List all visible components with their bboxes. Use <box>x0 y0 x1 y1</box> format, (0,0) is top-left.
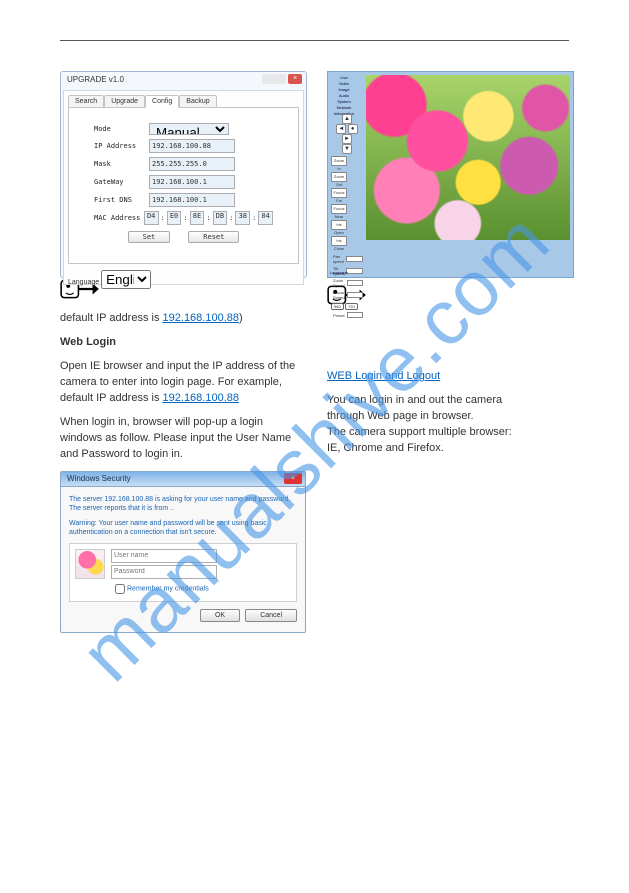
web-login-link[interactable]: WEB Login and Logout <box>327 370 440 382</box>
password-input[interactable] <box>111 565 217 579</box>
tab-upgrade[interactable]: Upgrade <box>104 95 145 108</box>
iris-close-button[interactable]: Iris Close <box>331 236 347 246</box>
username-input[interactable] <box>111 549 217 563</box>
mac-seg-5[interactable]: 04 <box>258 211 273 225</box>
mac-seg-2[interactable]: 8E <box>190 211 205 225</box>
dns-input[interactable]: 192.168.100.1 <box>149 193 235 207</box>
dns-label: First DNS <box>94 196 149 204</box>
credentials-box: Remember my credentials <box>69 543 297 602</box>
top-rule <box>60 40 569 41</box>
security-message-2: Warning: Your user name and password wil… <box>69 519 297 537</box>
language-label: Language <box>68 279 99 286</box>
ptz-right-icon[interactable]: ► <box>342 134 352 144</box>
preset-label: Preset <box>333 313 345 318</box>
security-title-bar: Windows Security × <box>61 472 305 487</box>
ip-input[interactable]: 192.168.100.88 <box>149 139 235 153</box>
mode-select[interactable]: Manual <box>149 123 229 135</box>
body-text-popup: When login in, browser will pop-up a log… <box>60 415 307 463</box>
mac-seg-3[interactable]: DB <box>213 211 228 225</box>
pan-speed-label: Pan speed <box>333 254 344 264</box>
cancel-button[interactable]: Cancel <box>245 609 297 622</box>
tilt-speed-slider[interactable] <box>346 268 363 274</box>
ip-link[interactable]: 192.168.100.88 <box>163 312 239 324</box>
camera-lang-label: Language <box>330 270 348 275</box>
focus-far-button[interactable]: Focus Far <box>331 188 347 198</box>
focus-near-button[interactable]: Focus Near <box>331 204 347 214</box>
focus-speed-label: Focus Speed <box>333 290 345 300</box>
res-960-button[interactable]: 960 <box>331 303 344 310</box>
ip-label: IP Address <box>94 142 149 150</box>
nav-video[interactable]: Video <box>330 81 358 86</box>
ptz-down-icon[interactable]: ▼ <box>342 144 352 154</box>
tab-backup[interactable]: Backup <box>179 95 216 108</box>
security-close-icon[interactable]: × <box>284 473 302 484</box>
window-title-bar: UPGRADE v1.0 × <box>61 72 306 88</box>
zoom-out-button[interactable]: Zoom Out <box>331 172 347 182</box>
nav-image[interactable]: Image <box>330 87 358 92</box>
gateway-label: GateWay <box>94 178 149 186</box>
camera-live-image <box>366 75 570 240</box>
mode-label: Mode <box>94 125 149 133</box>
nav-system[interactable]: System <box>330 99 358 104</box>
res-720-button[interactable]: 720 <box>345 303 358 310</box>
tab-config[interactable]: Config <box>145 95 179 108</box>
avatar <box>75 549 105 579</box>
minmax-buttons[interactable] <box>262 74 286 84</box>
zoom-in-button[interactable]: Zoom In <box>331 156 347 166</box>
zoom-speed-label: Zoom Speed <box>333 278 345 288</box>
ip-link-2[interactable]: 192.168.100.88 <box>163 392 239 404</box>
mask-input[interactable]: 255.255.255.0 <box>149 157 235 171</box>
zoom-speed-slider[interactable] <box>347 280 363 286</box>
mac-seg-0[interactable]: D4 <box>144 211 159 225</box>
windows-security-dialog: Windows Security × The server 192.168.10… <box>60 471 306 633</box>
nav-network[interactable]: Network <box>330 105 358 110</box>
nav-live[interactable]: Live <box>330 75 358 80</box>
body-text-default-ip: default IP address is 192.168.100.88) <box>60 311 307 327</box>
security-message-1: The server 192.168.100.88 is asking for … <box>69 495 297 513</box>
ptz-up-icon[interactable]: ▲ <box>342 114 352 124</box>
mac-label: MAC Address <box>94 214 144 222</box>
login-section-heading: Web Login <box>60 335 307 351</box>
body-text-browsers: You can login in and out the camera thro… <box>327 393 574 457</box>
ptz-home-icon[interactable]: ● <box>348 124 358 134</box>
upgrade-window: UPGRADE v1.0 × Search Upgrade Config Bac… <box>60 71 307 278</box>
remember-checkbox-row[interactable]: Remember my credentials <box>111 581 217 596</box>
ptz-left-icon[interactable]: ◄ <box>336 124 346 134</box>
nav-audio[interactable]: Audio <box>330 93 358 98</box>
config-panel: Mode Manual IP Address 192.168.100.88 Ma… <box>68 107 299 264</box>
tab-search[interactable]: Search <box>68 95 104 108</box>
iris-open-button[interactable]: Iris Open <box>331 220 347 230</box>
mac-seg-4[interactable]: 38 <box>235 211 250 225</box>
close-icon[interactable]: × <box>288 74 302 84</box>
preset-input[interactable] <box>347 312 363 318</box>
ok-button[interactable]: OK <box>200 609 240 622</box>
pan-speed-slider[interactable] <box>346 256 363 262</box>
remember-checkbox[interactable] <box>115 584 125 594</box>
camera-nav: Live Video Image Audio System Network In… <box>330 75 358 117</box>
body-text-open-browser: Open IE browser and input the IP address… <box>60 359 307 407</box>
language-select[interactable]: English <box>101 270 151 289</box>
mac-seg-1[interactable]: E0 <box>167 211 182 225</box>
gateway-input[interactable]: 192.168.100.1 <box>149 175 235 189</box>
camera-web-preview: Live Video Image Audio System Network In… <box>327 71 574 278</box>
focus-speed-slider[interactable] <box>347 292 363 298</box>
ptz-controls: ▲ ◄ ● ► ▼ Zoom In Zoom Out F <box>331 114 363 318</box>
set-button[interactable]: Set <box>128 231 171 243</box>
reset-button[interactable]: Reset <box>188 231 239 243</box>
mask-label: Mask <box>94 160 149 168</box>
window-title: UPGRADE v1.0 <box>67 75 124 84</box>
